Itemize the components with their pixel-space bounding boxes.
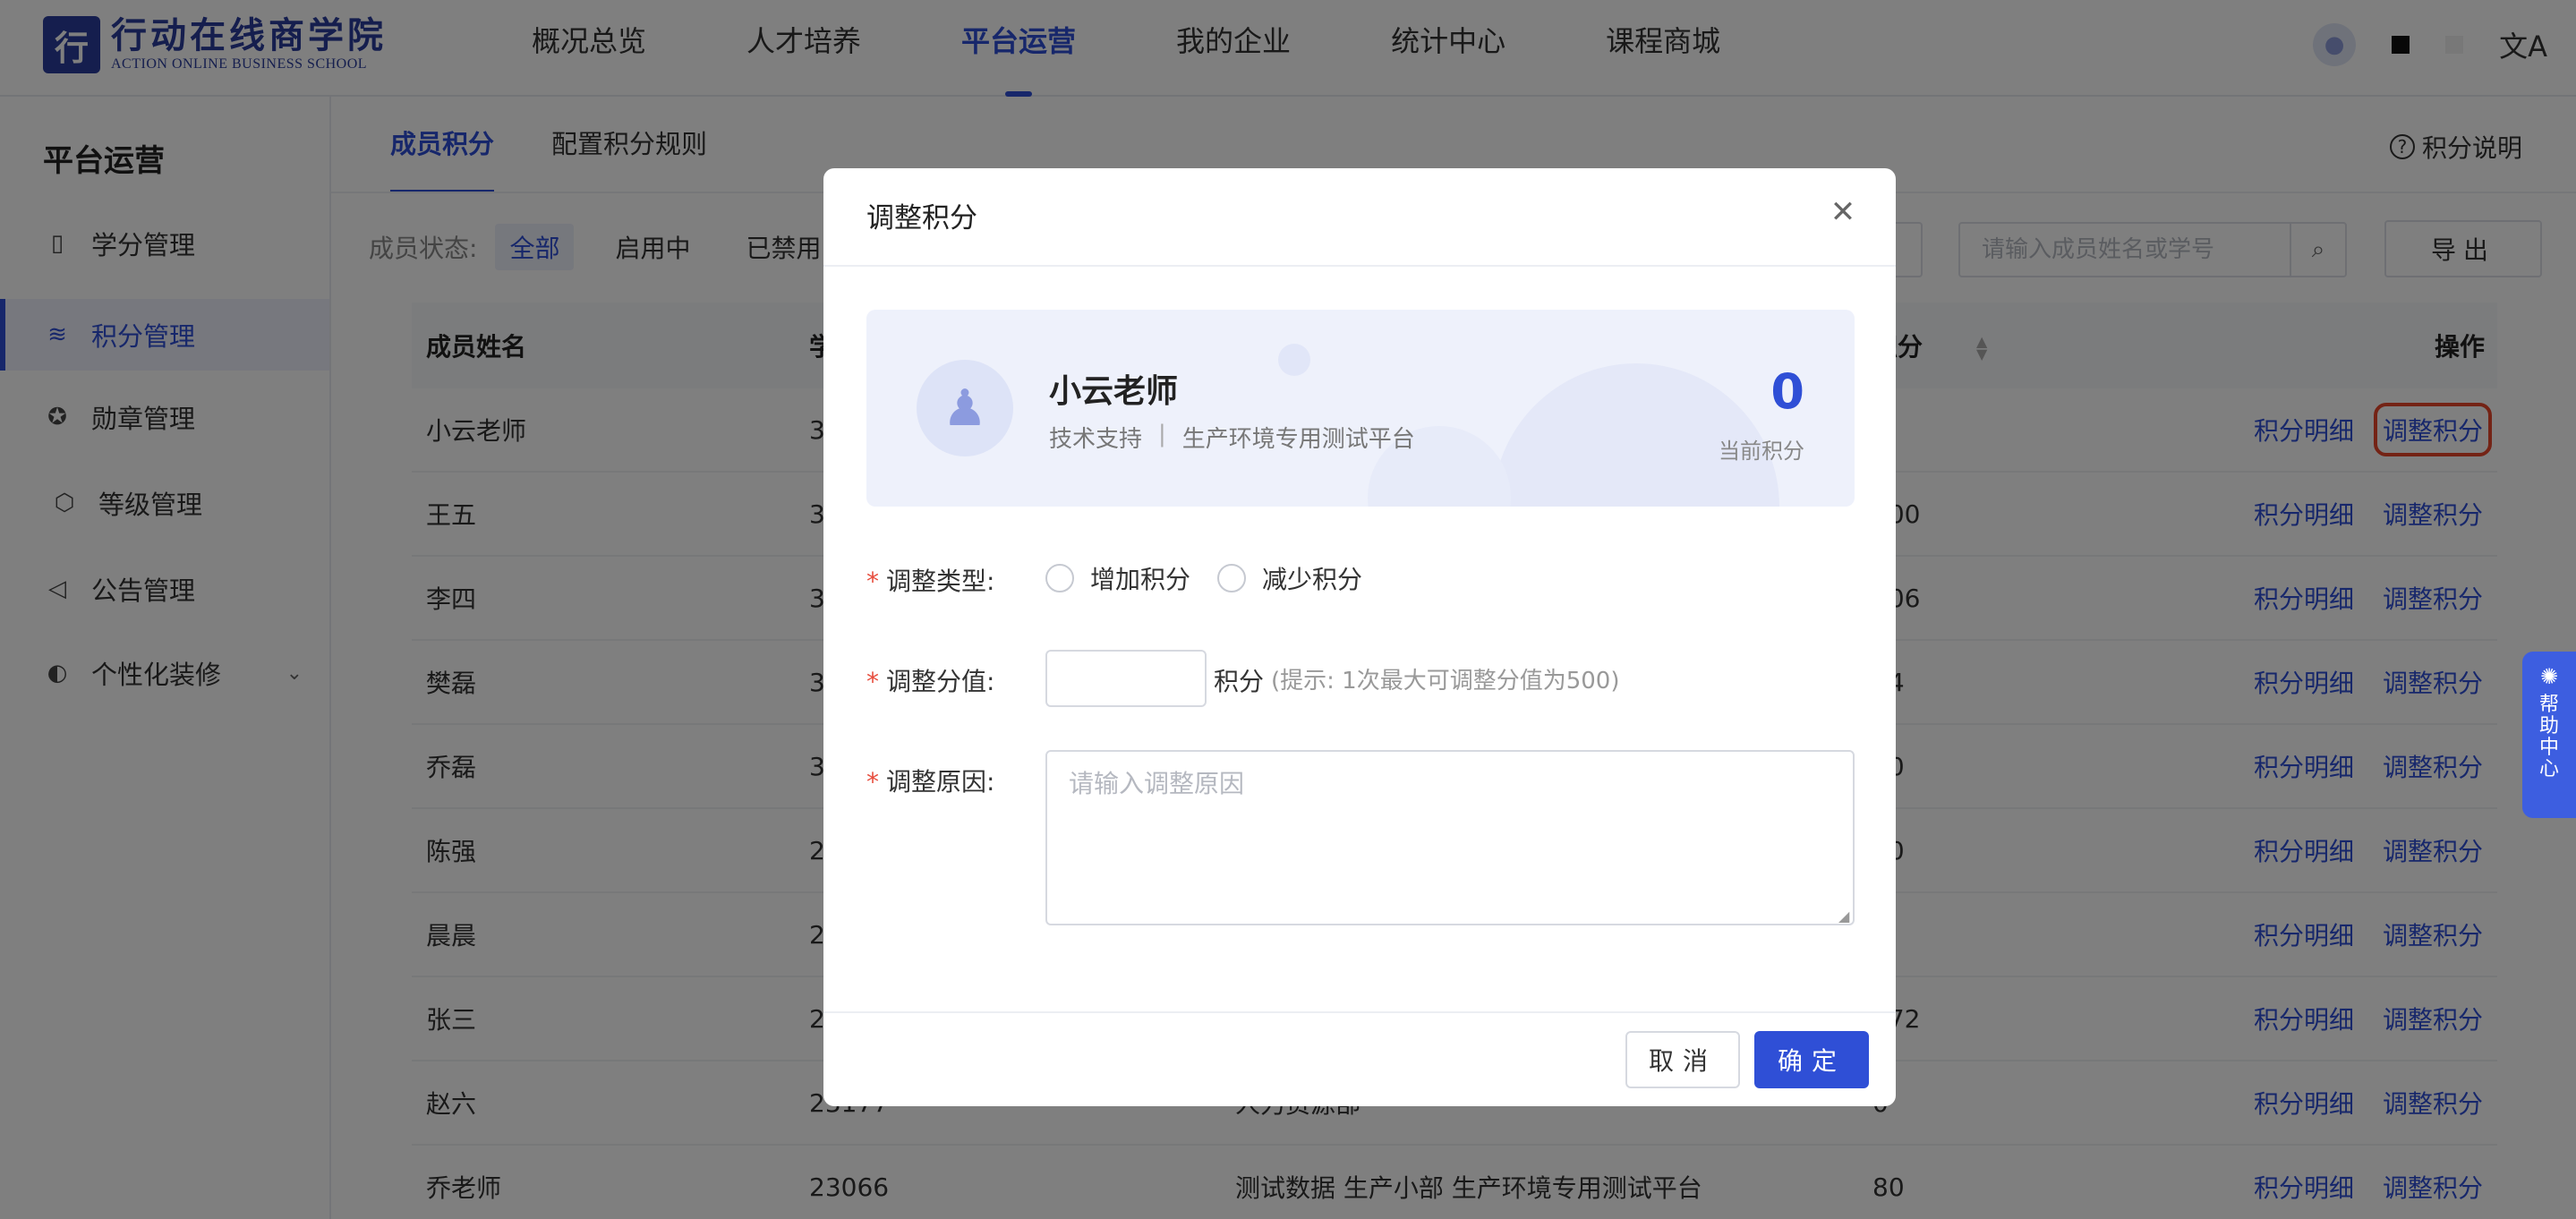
- modal-header-divider: [823, 265, 1896, 267]
- help-char: 助: [2538, 715, 2559, 737]
- current-points-value: 0: [1770, 363, 1804, 420]
- value-unit: 积分: [1214, 667, 1265, 696]
- label-text: 调整原因:: [886, 767, 995, 797]
- radio-decrease[interactable]: 减少积分: [1217, 560, 1362, 596]
- help-char: 帮: [2538, 694, 2559, 716]
- member-role: 技术支持: [1049, 426, 1143, 453]
- radio-circle[interactable]: [1045, 564, 1074, 592]
- modal-title: 调整积分: [866, 202, 977, 234]
- member-avatar-icon: ♟: [917, 360, 1013, 456]
- resize-handle-icon[interactable]: ◢: [1838, 909, 1849, 924]
- lightbulb-icon: ✺: [2539, 664, 2559, 689]
- radio-label: 减少积分: [1262, 565, 1363, 594]
- label-text: 调整类型:: [886, 567, 995, 596]
- radio-circle[interactable]: [1217, 564, 1246, 592]
- value-hint: (提示: 1次最大可调整分值为500): [1271, 668, 1620, 695]
- confirm-button[interactable]: 确定: [1754, 1031, 1869, 1088]
- member-name: 小云老师: [1049, 373, 1179, 410]
- adjust-reason-label: * 调整原因:: [866, 763, 994, 798]
- help-char: 中: [2538, 737, 2559, 759]
- member-meta: 技术支持 | 生产环境专用测试平台: [1049, 421, 1415, 454]
- required-mark: *: [866, 567, 879, 596]
- required-mark: *: [866, 667, 879, 696]
- close-icon[interactable]: ✕: [1828, 197, 1858, 229]
- label-text: 调整分值:: [886, 667, 995, 696]
- cancel-button[interactable]: 取消: [1625, 1031, 1740, 1088]
- adjust-value-label: * 调整分值:: [866, 662, 994, 698]
- help-center-button[interactable]: ✺ 帮 助 中 心: [2522, 652, 2576, 818]
- member-card: ♟ 小云老师 技术支持 | 生产环境专用测试平台 0 当前积分: [866, 310, 1855, 507]
- meta-separator: |: [1158, 421, 1166, 448]
- adjust-points-modal: 调整积分 ✕ ♟ 小云老师 技术支持 | 生产环境专用测试平台 0 当前积分 *…: [823, 168, 1896, 1106]
- adjust-type-label: * 调整类型:: [866, 562, 994, 598]
- required-mark: *: [866, 767, 879, 797]
- radio-increase[interactable]: 增加积分: [1045, 560, 1190, 596]
- modal-footer-divider: [823, 1011, 1896, 1013]
- current-points-label: 当前积分: [1719, 439, 1804, 464]
- adjust-value-input[interactable]: [1045, 650, 1207, 707]
- decor-bubble: [1278, 344, 1310, 376]
- radio-label: 增加积分: [1090, 565, 1191, 594]
- help-char: 心: [2538, 758, 2559, 780]
- member-org: 生产环境专用测试平台: [1181, 426, 1415, 453]
- adjust-reason-textarea[interactable]: [1045, 750, 1855, 925]
